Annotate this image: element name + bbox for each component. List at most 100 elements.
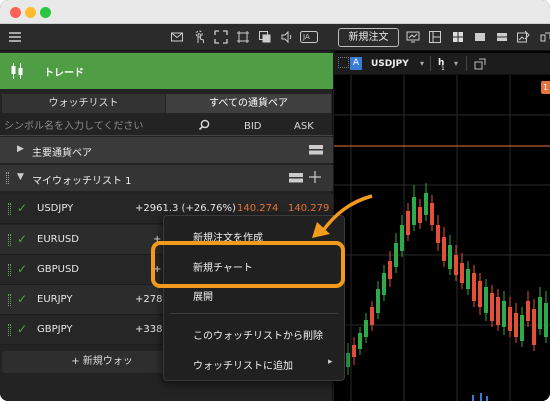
candle-body <box>376 289 380 313</box>
candle-body <box>508 307 512 331</box>
menu-item-add-to-watchlist[interactable]: ウォッチリストに追加 <box>193 357 293 372</box>
candle-body <box>514 313 518 337</box>
symbol-search-input[interactable] <box>4 118 214 134</box>
candlestick-icon <box>10 62 24 83</box>
candle-body <box>460 263 464 283</box>
check-icon[interactable]: ✓ <box>17 262 27 276</box>
group-my-watchlist[interactable]: ▼ マイウォッチリスト 1 <box>0 165 333 191</box>
add-icon[interactable] <box>309 171 321 186</box>
menu-divider <box>170 313 338 314</box>
crop-icon[interactable] <box>236 30 250 44</box>
candle-body <box>394 243 398 267</box>
drag-handle-icon[interactable] <box>8 203 11 215</box>
candle-body <box>388 261 392 279</box>
mail-icon[interactable] <box>170 30 184 44</box>
candlestick-chart[interactable] <box>334 75 550 401</box>
row-symbol: GBPJPY <box>37 324 73 335</box>
app-window: JA 新規注文 トレード ウォッチリスト すべての通貨ペア シンボル名を入力して… <box>0 0 550 401</box>
chart-edit-icon[interactable] <box>516 30 530 44</box>
row-symbol: GBPUSD <box>37 264 80 275</box>
chart-symbol[interactable]: USDJPY <box>371 59 409 69</box>
search-icon[interactable] <box>198 119 210 134</box>
menu-item-expand[interactable]: 展開 <box>193 288 213 303</box>
new-order-button[interactable]: 新規注文 <box>338 28 399 47</box>
zoom-window-button[interactable] <box>40 7 51 18</box>
timeframe-sub: 1 <box>441 65 445 72</box>
layers-icon[interactable] <box>258 30 272 44</box>
highlight-box <box>151 241 345 288</box>
drag-handle-icon[interactable] <box>338 57 349 68</box>
check-icon[interactable]: ✓ <box>17 201 27 215</box>
check-icon[interactable]: ✓ <box>17 292 27 306</box>
drag-handle-icon[interactable] <box>6 172 9 184</box>
candle-body <box>472 273 476 301</box>
row-symbol: EURJPY <box>37 294 73 305</box>
tab-all-currency-pairs[interactable]: すべての通貨ペア <box>166 94 331 113</box>
candle-body <box>436 225 440 243</box>
candle-body <box>442 237 446 261</box>
row-ask[interactable]: 140.279 <box>288 203 329 214</box>
trade-title: トレード <box>44 68 84 79</box>
touch-icon[interactable] <box>193 30 207 44</box>
collapse-icon[interactable] <box>289 173 303 186</box>
chart-options-icon[interactable] <box>474 58 486 73</box>
group-label: 主要通貨ペア <box>32 148 92 159</box>
check-icon[interactable]: ✓ <box>17 232 27 246</box>
group-label: マイウォッチリスト 1 <box>32 176 132 187</box>
candle-body <box>466 269 470 289</box>
candle-body <box>520 315 524 341</box>
drag-handle-icon[interactable] <box>8 324 11 336</box>
row-symbol: USDJPY <box>37 203 74 214</box>
candle-body <box>526 301 530 321</box>
row-symbol: EURUSD <box>37 234 79 245</box>
candle-body <box>358 333 362 349</box>
candle-body <box>538 297 542 329</box>
candle-body <box>370 307 374 325</box>
candle-body <box>478 281 482 307</box>
link-icon[interactable] <box>538 30 550 44</box>
symbol-badge: A <box>350 57 362 70</box>
ask-column-header: ASK <box>294 121 314 132</box>
drag-handle-icon[interactable] <box>8 234 11 246</box>
menu-icon[interactable] <box>8 30 22 44</box>
candle-body <box>484 287 488 313</box>
submenu-arrow-icon: ▸ <box>328 357 333 367</box>
chevron-down-icon: ▼ <box>17 172 24 182</box>
candle-body <box>400 225 404 251</box>
candle-body <box>490 293 494 321</box>
chart-pane[interactable]: A USDJPY ▾ h 1 ▾ 1 <box>334 51 550 401</box>
candle-body <box>352 345 356 357</box>
drag-handle-icon[interactable] <box>8 294 11 306</box>
candle-body <box>532 309 536 345</box>
grid-icon[interactable] <box>451 30 465 44</box>
monitor-icon[interactable] <box>406 30 420 44</box>
row-change: +2961.3 (+26.76%) <box>135 203 236 214</box>
symbol-dropdown-icon[interactable]: ▾ <box>420 59 424 68</box>
volume-bar <box>472 395 474 401</box>
divider <box>0 135 333 136</box>
candle-body <box>502 301 506 327</box>
candle-body <box>412 197 416 225</box>
fullscreen-icon[interactable] <box>214 30 228 44</box>
title-bar <box>0 0 550 24</box>
volume-icon[interactable] <box>280 30 294 44</box>
candle-body <box>430 203 434 225</box>
candle-body <box>418 207 422 223</box>
tab-watchlist[interactable]: ウォッチリスト <box>2 94 165 113</box>
group-major-pairs[interactable]: ▶ 主要通貨ペア <box>0 137 333 163</box>
minimize-window-button[interactable] <box>25 7 36 18</box>
candle-body <box>382 273 386 295</box>
collapse-all-icon[interactable] <box>309 145 323 158</box>
candle-body <box>544 303 548 337</box>
check-icon[interactable]: ✓ <box>17 322 27 336</box>
row-bid[interactable]: 140.274 <box>237 203 278 214</box>
candle-body <box>448 245 452 269</box>
split-icon[interactable] <box>495 30 509 44</box>
drag-handle-icon[interactable] <box>8 264 11 276</box>
close-window-button[interactable] <box>10 7 21 18</box>
single-pane-icon[interactable] <box>473 30 487 44</box>
candle-body <box>496 297 500 325</box>
timeframe-dropdown-icon[interactable]: ▾ <box>454 59 458 68</box>
menu-item-remove-from-watchlist[interactable]: このウォッチリストから削除 <box>193 327 323 342</box>
layout-icon[interactable] <box>428 30 442 44</box>
